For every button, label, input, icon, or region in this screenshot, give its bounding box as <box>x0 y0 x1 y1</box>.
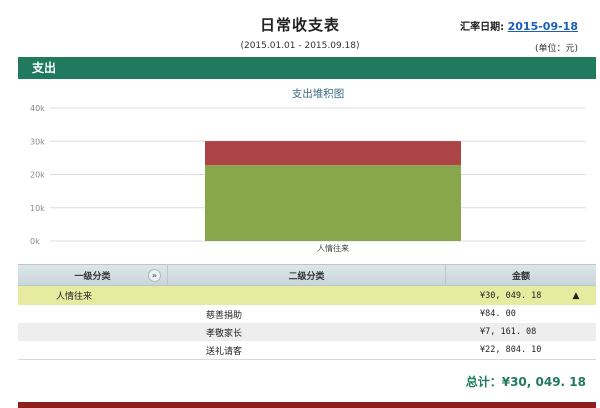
table-row: 慈善捐助 ¥84. 00 <box>18 305 596 323</box>
group-row[interactable]: 人情往来 ¥30, 049. 18 ▲ <box>18 286 596 305</box>
table-row: 孝敬家长 ¥7, 161. 08 <box>18 323 596 341</box>
y-tick-label: 20k <box>30 171 45 180</box>
col-header-secondary: 二级分类 <box>168 265 446 285</box>
col-header-amount: 金额 <box>511 271 530 282</box>
caret-up-icon[interactable]: ▲ <box>556 291 596 301</box>
expense-stacked-chart: 支出堆积图 0k 10k 20k 30k 40k 人情往来 <box>30 87 586 253</box>
table-divider <box>18 359 596 360</box>
report-period: (2015.01.01 - 2015.09.18) <box>240 41 360 51</box>
grand-total: 总计：¥30, 049. 18 <box>465 375 586 389</box>
y-tick-label: 10k <box>30 204 45 213</box>
row-amount: ¥7, 161. 08 <box>480 327 537 337</box>
y-tick-label: 40k <box>30 104 45 113</box>
exchange-rate-date-link[interactable]: 2015-09-18 <box>508 20 578 33</box>
x-tick-label: 人情往来 <box>317 243 349 253</box>
y-tick-label: 30k <box>30 137 45 146</box>
chart-title: 支出堆积图 <box>292 87 345 100</box>
row-amount: ¥84. 00 <box>480 309 516 319</box>
exchange-rate-date-label: 汇率日期: <box>460 22 505 33</box>
row-subcategory: 孝敬家长 <box>206 328 243 339</box>
group-name: 人情往来 <box>56 292 93 302</box>
unit-label: (单位：元) <box>534 44 578 54</box>
row-subcategory: 送礼请客 <box>206 346 243 357</box>
expense-table: 一级分类 » 二级分类 金额 人情往来 ¥30, 049. 18 ▲ 慈善捐助 … <box>18 264 596 360</box>
table-row: 送礼请客 ¥22, 804. 10 <box>18 341 596 359</box>
bar-segment[interactable] <box>205 141 461 166</box>
bar-segment[interactable] <box>205 165 461 241</box>
income-section-header[interactable] <box>18 402 596 408</box>
row-amount: ¥22, 804. 10 <box>480 345 542 355</box>
row-subcategory: 慈善捐助 <box>206 310 243 321</box>
chevron-double-down-icon[interactable]: » <box>148 269 161 282</box>
exchange-rate-date: 汇率日期: 2015-09-18 <box>460 18 578 33</box>
y-tick-label: 0k <box>30 237 40 246</box>
col-header-primary-label: 一级分类 <box>74 271 111 282</box>
report-page: 日常收支表 汇率日期: 2015-09-18 (2015.01.01 - 201… <box>0 0 600 408</box>
group-amount: ¥30, 049. 18 <box>480 290 542 301</box>
col-header-primary[interactable]: 一级分类 » <box>18 265 168 285</box>
expense-section-header[interactable]: 支出 <box>18 57 596 79</box>
table-header: 一级分类 » 二级分类 金额 <box>18 264 596 286</box>
